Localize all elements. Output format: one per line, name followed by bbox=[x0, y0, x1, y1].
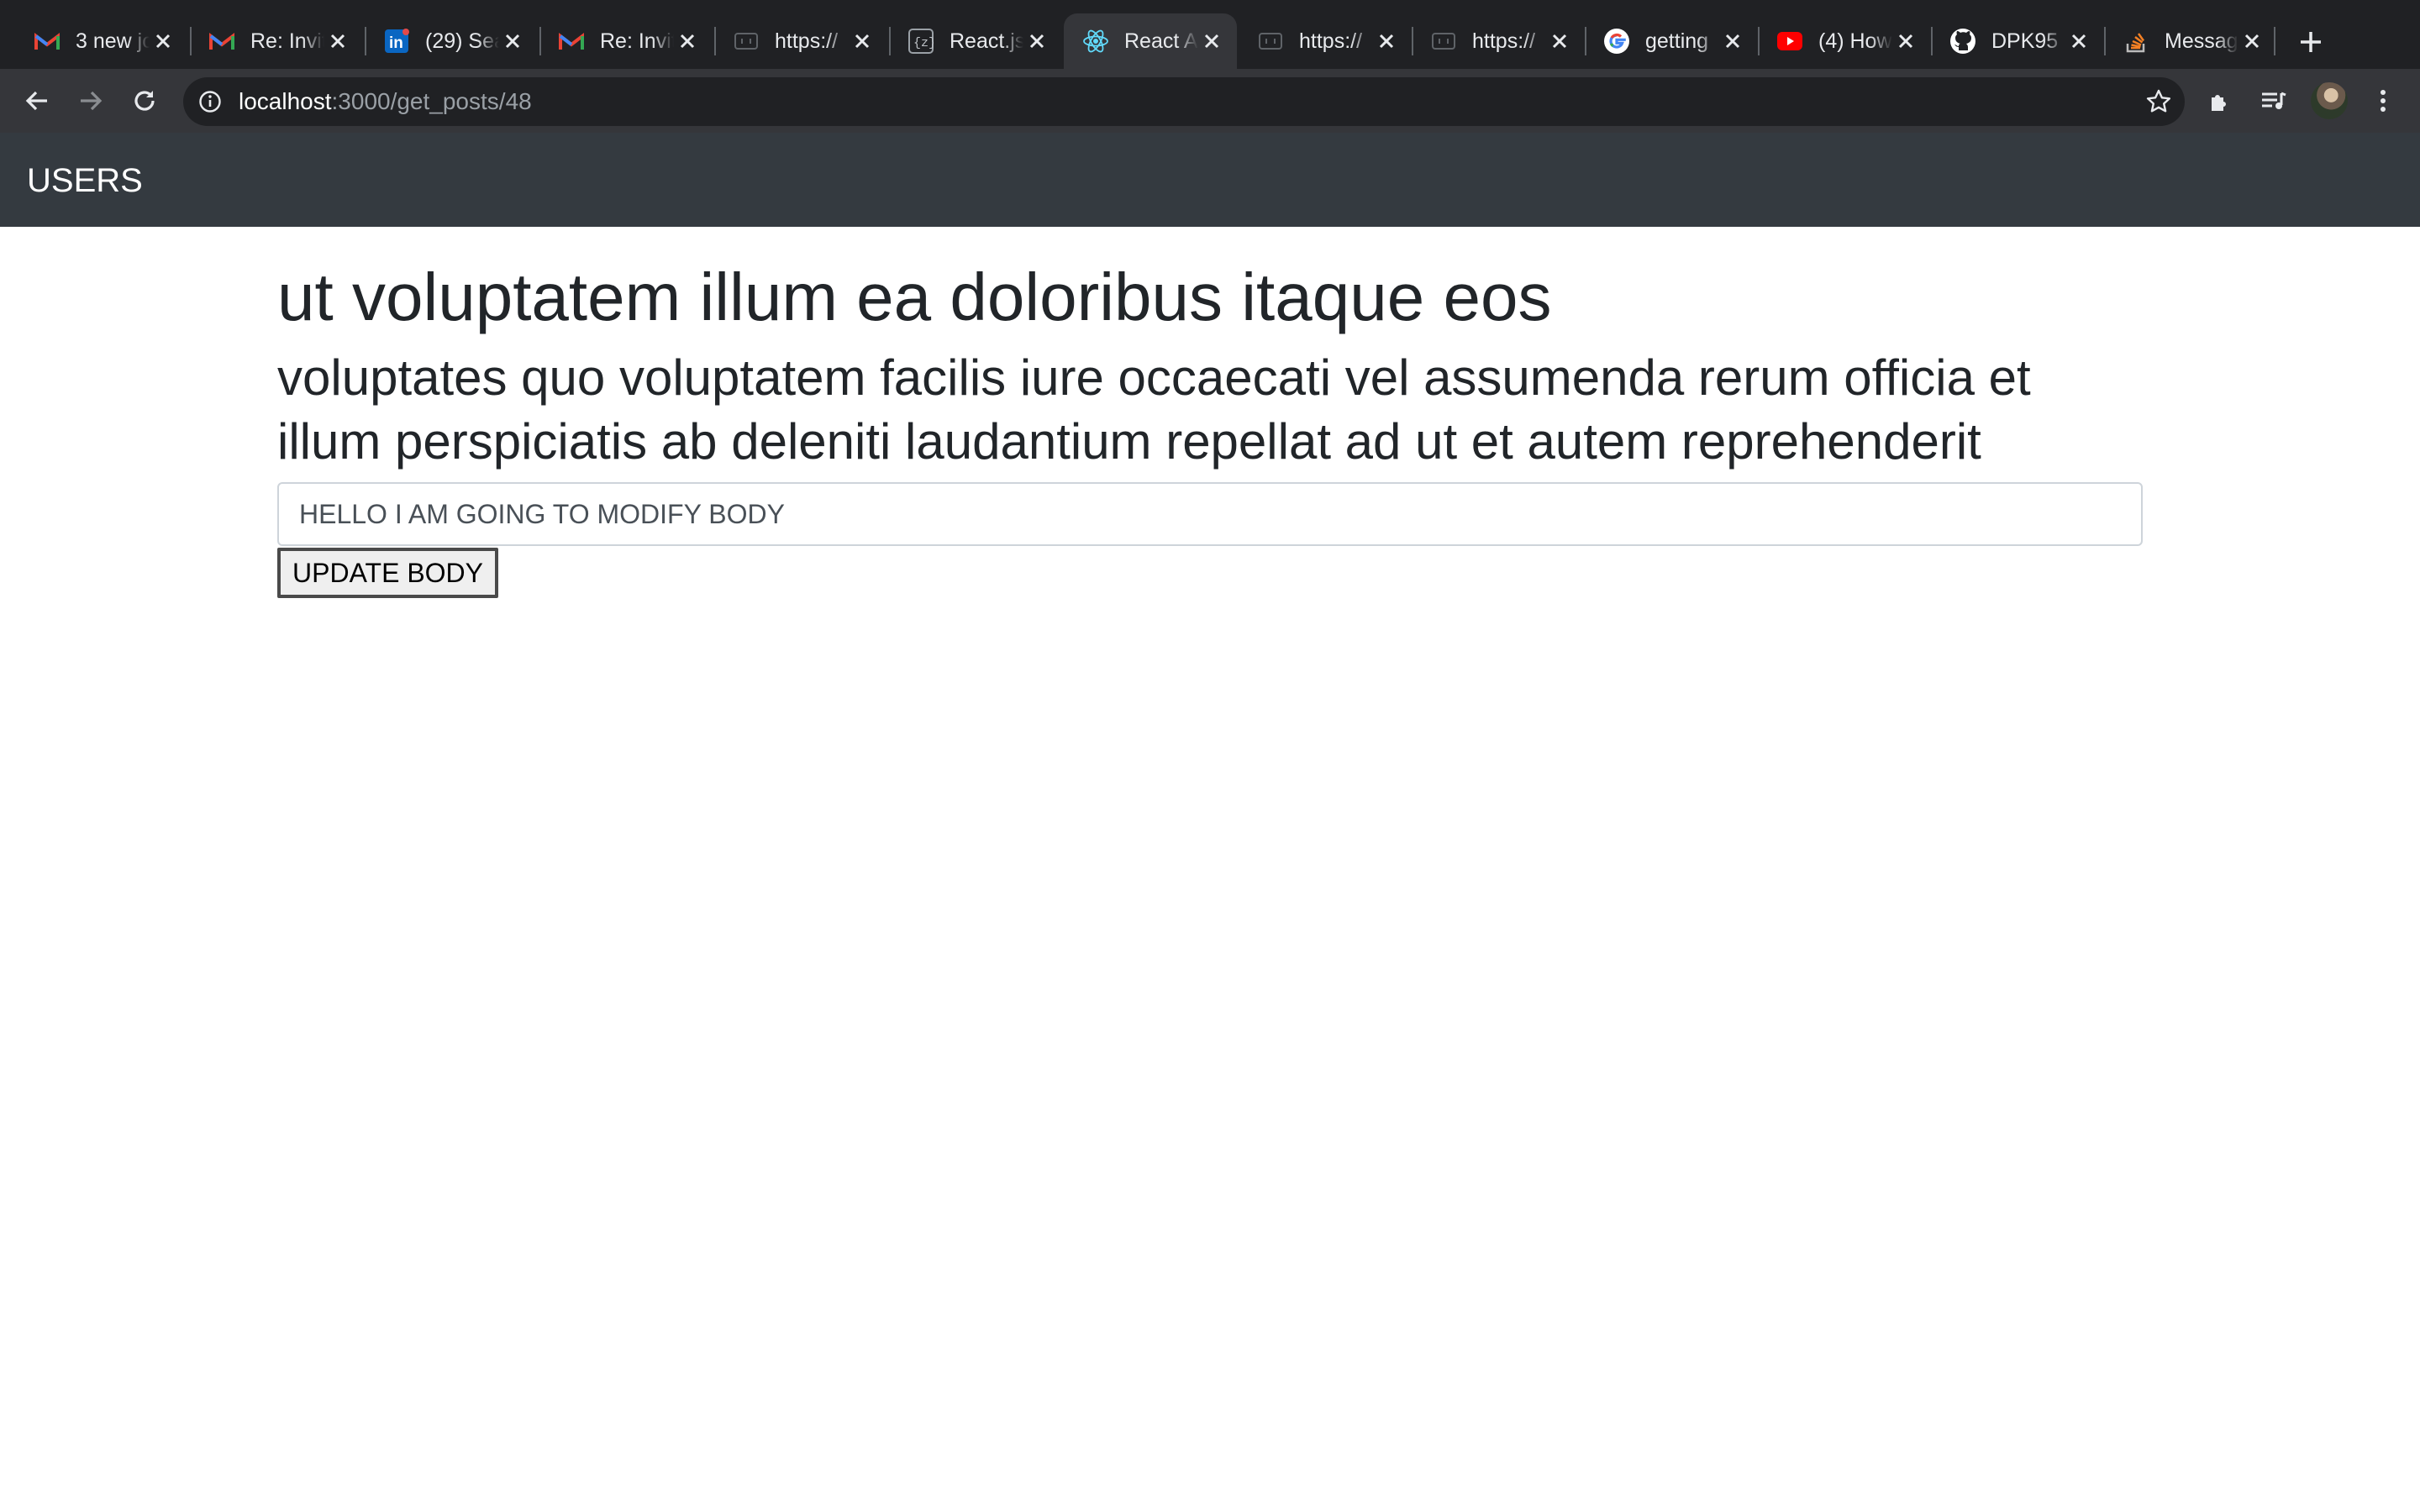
react-icon bbox=[1082, 28, 1109, 55]
tab[interactable]: {z} React.js bbox=[889, 13, 1062, 69]
close-tab-icon[interactable] bbox=[1027, 31, 1047, 51]
post-title: ut voluptatem illum ea doloribus itaque … bbox=[277, 260, 1552, 334]
close-tab-icon[interactable] bbox=[1376, 31, 1397, 51]
tab-title: DPK95 bbox=[1991, 29, 2059, 53]
page-icon bbox=[1430, 28, 1457, 55]
tab[interactable]: 3 new jobs bbox=[15, 13, 188, 69]
tab-title: (29) Search bbox=[425, 29, 499, 53]
close-tab-icon[interactable] bbox=[1549, 31, 1570, 51]
bookmark-star-icon[interactable] bbox=[2144, 87, 2173, 116]
tab-title: React.js bbox=[950, 29, 1023, 53]
svg-text:{z}: {z} bbox=[913, 36, 934, 50]
url-path: :3000/get_posts/48 bbox=[331, 88, 532, 114]
tab-title: https:// bbox=[775, 29, 839, 53]
tab-active[interactable]: React App bbox=[1064, 13, 1237, 69]
close-tab-icon[interactable] bbox=[1723, 31, 1743, 51]
tab-title: Messages bbox=[2165, 29, 2238, 53]
media-queue-icon[interactable] bbox=[2255, 82, 2292, 119]
tab[interactable]: in (29) Search bbox=[365, 13, 538, 69]
youtube-icon bbox=[1776, 28, 1803, 55]
close-tab-icon[interactable] bbox=[2069, 31, 2089, 51]
tab-title: Re: Invitation bbox=[250, 29, 324, 53]
close-tab-icon[interactable] bbox=[852, 31, 872, 51]
app-navbar: USERS bbox=[0, 133, 2420, 227]
extensions-icon[interactable] bbox=[2202, 82, 2238, 119]
tab-title: React App bbox=[1124, 29, 1198, 53]
gmail-icon bbox=[208, 28, 235, 55]
new-tab-icon[interactable] bbox=[2294, 25, 2328, 59]
tab[interactable]: Messages bbox=[2104, 13, 2277, 69]
tab[interactable]: https:// bbox=[1239, 13, 1412, 69]
back-icon[interactable] bbox=[18, 82, 55, 119]
google-icon bbox=[1603, 28, 1630, 55]
tab-title: https:// bbox=[1472, 29, 1536, 53]
svg-text:in: in bbox=[389, 34, 403, 52]
url-host: localhost bbox=[239, 88, 332, 114]
update-body-button[interactable]: UPDATE BODY bbox=[277, 548, 498, 598]
gmail-icon bbox=[34, 28, 60, 55]
page-icon bbox=[733, 28, 760, 55]
tab[interactable]: https:// bbox=[714, 13, 887, 69]
tab[interactable]: DPK95 bbox=[1931, 13, 2104, 69]
tab-title: Re: Invitation bbox=[600, 29, 674, 53]
close-tab-icon[interactable] bbox=[502, 31, 523, 51]
tab-divider bbox=[2274, 27, 2275, 55]
github-icon bbox=[1949, 28, 1976, 55]
tab-title: https:// bbox=[1299, 29, 1363, 53]
tab[interactable]: Re: Invitation bbox=[539, 13, 713, 69]
post-detail: ut voluptatem illum ea doloribus itaque … bbox=[277, 227, 2143, 598]
stackoverflow-icon bbox=[2123, 28, 2149, 55]
tab[interactable]: getting bbox=[1585, 13, 1758, 69]
post-body: voluptates quo voluptatem facilis iure o… bbox=[277, 349, 2031, 470]
reload-icon[interactable] bbox=[126, 82, 163, 119]
page-icon bbox=[1257, 28, 1284, 55]
menu-icon[interactable] bbox=[2365, 82, 2402, 119]
browser-toolbar: localhost:3000/get_posts/48 bbox=[0, 69, 2420, 133]
close-tab-icon[interactable] bbox=[677, 31, 697, 51]
body-input[interactable] bbox=[277, 482, 2143, 546]
profile-avatar[interactable] bbox=[2311, 82, 2348, 119]
tab-title: (4) How bbox=[1818, 29, 1892, 53]
linkedin-icon: in bbox=[383, 28, 410, 55]
url-text: localhost:3000/get_posts/48 bbox=[239, 88, 532, 115]
forward-icon[interactable] bbox=[72, 82, 109, 119]
tab[interactable]: https:// bbox=[1412, 13, 1585, 69]
close-tab-icon[interactable] bbox=[328, 31, 348, 51]
close-tab-icon[interactable] bbox=[1202, 31, 1222, 51]
close-tab-icon[interactable] bbox=[2242, 31, 2262, 51]
tab-title: getting bbox=[1645, 29, 1709, 53]
close-tab-icon[interactable] bbox=[153, 31, 173, 51]
close-tab-icon[interactable] bbox=[1896, 31, 1916, 51]
info-icon[interactable] bbox=[198, 90, 222, 113]
tab[interactable]: (4) How bbox=[1758, 13, 1931, 69]
gmail-icon bbox=[558, 28, 585, 55]
tab-title: 3 new jobs bbox=[76, 29, 150, 53]
zeal-icon: {z} bbox=[908, 28, 934, 55]
tab[interactable]: Re: Invitation bbox=[190, 13, 363, 69]
browser-tab-strip: 3 new jobs Re: Invitation in (29) Search… bbox=[0, 0, 2420, 69]
navbar-brand-link[interactable]: USERS bbox=[27, 161, 143, 200]
address-bar[interactable]: localhost:3000/get_posts/48 bbox=[183, 77, 2185, 126]
